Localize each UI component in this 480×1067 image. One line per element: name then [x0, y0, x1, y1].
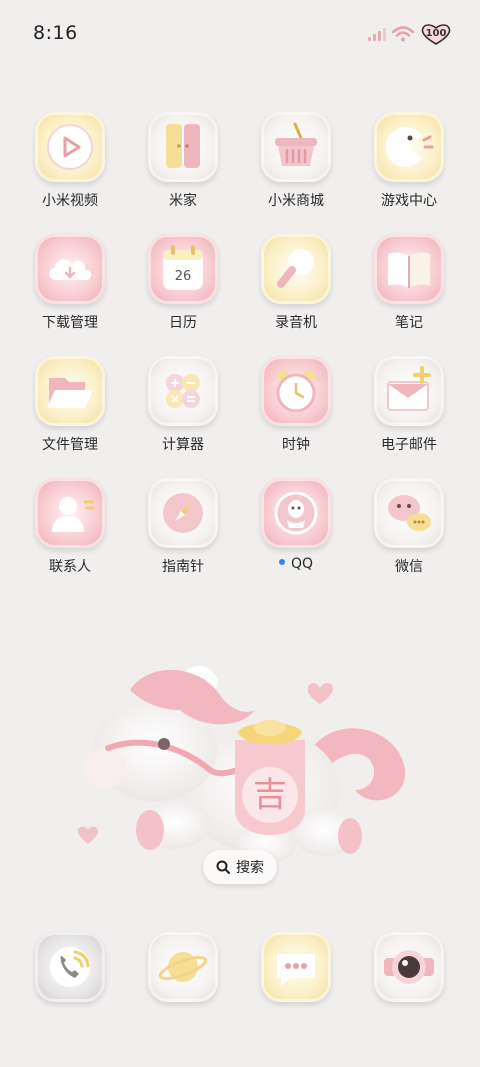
app-label: 微信	[395, 559, 423, 575]
calendar-day: 26	[175, 269, 192, 284]
app-email[interactable]: 电子邮件	[353, 356, 465, 466]
app-mijia[interactable]: 米家	[127, 112, 239, 222]
folder-icon	[35, 356, 105, 426]
app-qq[interactable]: QQ	[240, 478, 352, 588]
book-icon	[374, 234, 444, 304]
app-recorder[interactable]: 录音机	[240, 234, 352, 344]
app-mi-store[interactable]: 小米商城	[240, 112, 352, 222]
app-label: QQ	[240, 556, 352, 572]
status-bar: 8:16 100	[0, 0, 480, 64]
compass-icon	[148, 478, 218, 548]
dock-messages[interactable]	[240, 932, 352, 1004]
app-label: 录音机	[275, 315, 317, 331]
app-contacts[interactable]: 联系人	[14, 478, 126, 588]
dock	[0, 932, 480, 1004]
app-label: 文件管理	[42, 437, 98, 453]
app-mi-video[interactable]: 小米视频	[14, 112, 126, 222]
wifi-icon	[392, 26, 414, 42]
calculator-icon	[148, 356, 218, 426]
app-label: 下载管理	[42, 315, 98, 331]
app-row: 文件管理 计算器 时钟 电子邮件	[0, 356, 480, 466]
app-label: 游戏中心	[381, 193, 437, 209]
status-icons: 100	[368, 22, 452, 46]
cloud-icon	[35, 234, 105, 304]
play-icon	[35, 112, 105, 182]
app-wechat[interactable]: 微信	[353, 478, 465, 588]
planet-icon	[148, 932, 218, 1002]
person-icon	[35, 478, 105, 548]
app-compass[interactable]: 指南针	[127, 478, 239, 588]
app-calculator[interactable]: 计算器	[127, 356, 239, 466]
app-files[interactable]: 文件管理	[14, 356, 126, 466]
app-label: 计算器	[162, 437, 204, 453]
basket-icon	[261, 112, 331, 182]
alarm-clock-icon	[261, 356, 331, 426]
door-icon	[148, 112, 218, 182]
pacman-icon	[374, 112, 444, 182]
app-label: 指南针	[162, 559, 204, 575]
dock-phone[interactable]	[14, 932, 126, 1004]
search-label: 搜索	[236, 860, 264, 876]
app-label: 电子邮件	[381, 437, 437, 453]
app-label: 小米视频	[42, 193, 98, 209]
signal-icon	[368, 27, 386, 41]
chat-bubbles-icon	[374, 478, 444, 548]
calendar-icon: 26	[148, 234, 218, 304]
microphone-icon	[261, 234, 331, 304]
camera-icon	[374, 932, 444, 1002]
app-label: 时钟	[282, 437, 310, 453]
app-game-center[interactable]: 游戏中心	[353, 112, 465, 222]
app-downloads[interactable]: 下载管理	[14, 234, 126, 344]
app-calendar[interactable]: 26 日历	[127, 234, 239, 344]
app-row: 小米视频 米家 小米商城 游戏中心	[0, 112, 480, 222]
phone-icon	[35, 932, 105, 1002]
battery-level: 100	[425, 28, 447, 39]
battery-icon: 100	[420, 23, 452, 45]
app-label: 米家	[169, 193, 197, 209]
app-label: 联系人	[49, 559, 91, 575]
dock-camera[interactable]	[353, 932, 465, 1004]
search-icon	[216, 860, 230, 874]
app-label: 笔记	[395, 315, 423, 331]
dock-browser[interactable]	[127, 932, 239, 1004]
app-label-text: QQ	[290, 556, 314, 572]
status-time: 8:16	[33, 22, 78, 44]
app-label: 小米商城	[268, 193, 324, 209]
envelope-icon	[374, 356, 444, 426]
fortune-emblem: 吉	[253, 775, 287, 815]
message-icon	[261, 932, 331, 1002]
search-button[interactable]: 搜索	[203, 850, 277, 884]
app-row: 下载管理 26 日历 录音机 笔记	[0, 234, 480, 344]
app-row: 联系人 指南针 QQ 微信	[0, 478, 480, 588]
new-notification-dot	[278, 559, 285, 565]
app-notes[interactable]: 笔记	[353, 234, 465, 344]
penguin-icon	[261, 478, 331, 548]
app-label: 日历	[169, 315, 197, 331]
app-clock[interactable]: 时钟	[240, 356, 352, 466]
